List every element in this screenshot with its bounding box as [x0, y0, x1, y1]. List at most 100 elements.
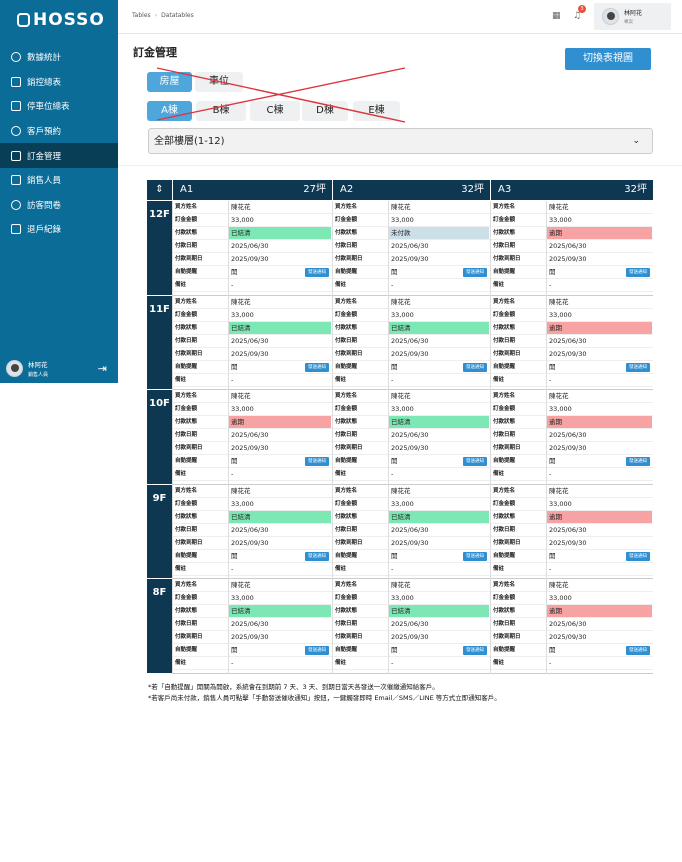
field-label: 付款日期: [493, 337, 516, 344]
send-notify-button[interactable]: 發送通知: [305, 268, 329, 277]
column-divider: [228, 295, 229, 390]
top-user-name: 林阿花: [624, 10, 643, 17]
column-divider: [228, 390, 229, 485]
table-row: 付款日期 2025/06/30: [172, 240, 332, 253]
send-notify-button[interactable]: 發送通知: [305, 362, 329, 372]
table-row: 付款日期 2025/06/30: [172, 335, 332, 348]
field-value-due_date: 2025/09/30: [391, 538, 429, 547]
unit-cell: 買方姓名 陳花花 訂金金額 33,000 付款狀態 逾期 付款日期 2025/06/30 付款到…: [490, 295, 653, 390]
switch-view-button[interactable]: 切換表視圖: [565, 48, 651, 70]
table-row: 自動提醒開發送通知: [172, 550, 332, 563]
field-label: 買方姓名: [335, 582, 358, 588]
send-notify-button[interactable]: 發送通知: [463, 646, 487, 655]
table-row: 備註 -: [490, 563, 653, 576]
send-notify-button[interactable]: 發送通知: [463, 551, 487, 561]
sidebar-item-label: 銷售人員: [27, 176, 62, 187]
column-divider: [172, 484, 173, 579]
table-row: 訂金金額 33,000: [490, 498, 653, 511]
table-row: 付款日期 2025/06/30: [332, 524, 490, 537]
field-label: 付款狀態: [335, 230, 358, 236]
send-notify-button[interactable]: 發送通知: [463, 362, 487, 372]
sidebar-item-4[interactable]: 訂金管理: [0, 143, 118, 168]
sidebar-user: 林阿花 銷售人員 ⇥: [0, 354, 118, 383]
sidebar-item-1[interactable]: 銷控總表: [0, 70, 118, 95]
field-value-pay_date: 2025/06/30: [549, 525, 587, 534]
table-row: 自動提醒開發送通知: [332, 361, 490, 374]
table-row: 付款狀態 已結清: [172, 510, 332, 524]
send-notify-button[interactable]: 發送通知: [305, 457, 329, 466]
field-label: 付款到期日: [493, 350, 521, 357]
send-notify-button[interactable]: 發送通知: [626, 457, 650, 466]
field-label: 買方姓名: [335, 487, 358, 494]
field-value-amount: 33,000: [391, 499, 414, 508]
field-label: 付款狀態: [493, 419, 516, 425]
sidebar-item-label: 銷控總表: [27, 77, 62, 88]
field-label: 備註: [493, 282, 505, 288]
field-label: 備註: [335, 660, 347, 666]
field-label: 自動提醒: [493, 647, 516, 653]
send-notify-button[interactable]: 發送通知: [305, 646, 329, 655]
field-value-amount: 33,000: [549, 310, 572, 319]
send-notify-button[interactable]: 發送通知: [626, 551, 650, 561]
sidebar-item-5[interactable]: 銷售人員: [0, 168, 118, 193]
sidebar-item-6[interactable]: 訪客問卷: [0, 193, 118, 218]
field-label: 付款日期: [175, 243, 198, 249]
field-value-pay_date: 2025/06/30: [231, 620, 269, 628]
send-notify-button[interactable]: 發送通知: [626, 268, 650, 277]
sort-icon[interactable]: ⇕: [147, 180, 172, 200]
table-row: 訂金金額 33,000: [332, 592, 490, 605]
send-notify-button[interactable]: 發送通知: [626, 646, 650, 655]
sidebar-item-0[interactable]: 數據統計: [0, 45, 118, 70]
field-value-pay_date: 2025/06/30: [549, 620, 587, 628]
field-label: 備註: [493, 471, 505, 477]
field-label: 付款日期: [175, 337, 198, 344]
table-row: 付款狀態 逾期: [490, 227, 653, 240]
field-label: 自動提醒: [493, 269, 516, 275]
logout-icon[interactable]: ⇥: [98, 362, 107, 375]
unit-cell: 買方姓名 陳花花 訂金金額 33,000 付款狀態 逾期 付款日期 2025/06/30 付款到…: [172, 390, 332, 485]
field-label: 付款到期日: [493, 634, 521, 640]
floor-label: 11F: [147, 295, 172, 389]
send-notify-button[interactable]: 發送通知: [463, 268, 487, 277]
breadcrumb-tables[interactable]: Tables: [132, 12, 151, 19]
field-label: 訂金金額: [335, 217, 358, 223]
field-value-amount: 33,000: [391, 405, 414, 413]
table-row: 付款狀態 逾期: [490, 321, 653, 335]
grid-icon[interactable]: ▦: [552, 11, 561, 21]
field-value-due_date: 2025/09/30: [549, 349, 587, 358]
table-row: 備註 -: [332, 563, 490, 576]
send-notify-button[interactable]: 發送通知: [463, 457, 487, 466]
field-value-name: 陳花花: [391, 392, 411, 400]
table-row: 付款到期日 2025/09/30: [332, 348, 490, 361]
sidebar-item-7[interactable]: 退戶紀錄: [0, 217, 118, 242]
floor-select[interactable]: 全部樓層(1-12) ⌄: [148, 128, 653, 154]
field-label: 訂金金額: [493, 406, 516, 412]
send-notify-button[interactable]: 發送通知: [305, 551, 329, 561]
table-row: 訂金金額 33,000: [332, 498, 490, 511]
send-notify-button[interactable]: 發送通知: [626, 362, 650, 372]
column-divider: [546, 295, 547, 390]
field-value-due_date: 2025/09/30: [549, 444, 587, 452]
field-label: 付款到期日: [175, 445, 203, 451]
car-icon: [11, 101, 21, 112]
unit-cell: 買方姓名 陳花花 訂金金額 33,000 付款狀態 已結清 付款日期 2025/06/30 付款…: [332, 484, 490, 579]
logo[interactable]: HOSSO: [17, 10, 105, 30]
field-label: 付款狀態: [493, 513, 516, 520]
sidebar-item-2[interactable]: 停車位總表: [0, 94, 118, 119]
person-icon: [11, 175, 21, 186]
table-row: 付款狀態 已結清: [172, 321, 332, 335]
unit-cell: 買方姓名 陳花花 訂金金額 33,000 付款狀態 已結清 付款日期 2025/06/30 付款…: [332, 390, 490, 485]
calendar-icon: [11, 126, 21, 137]
field-label: 付款到期日: [335, 445, 363, 451]
top-user-menu[interactable]: 林阿花 專案: [594, 3, 671, 30]
table-row: 付款到期日 2025/09/30: [490, 253, 653, 266]
sidebar-item-3[interactable]: 客戶預約: [0, 119, 118, 144]
field-label: 付款日期: [493, 526, 516, 533]
table-row: 備註 -: [172, 279, 332, 292]
field-label: 付款到期日: [335, 350, 363, 357]
field-label: 付款到期日: [175, 634, 203, 640]
field-value-note: -: [231, 470, 234, 478]
field-value-name: 陳花花: [231, 486, 251, 495]
field-value-pay_date: 2025/06/30: [549, 431, 587, 439]
field-value-name: 陳花花: [391, 581, 411, 589]
